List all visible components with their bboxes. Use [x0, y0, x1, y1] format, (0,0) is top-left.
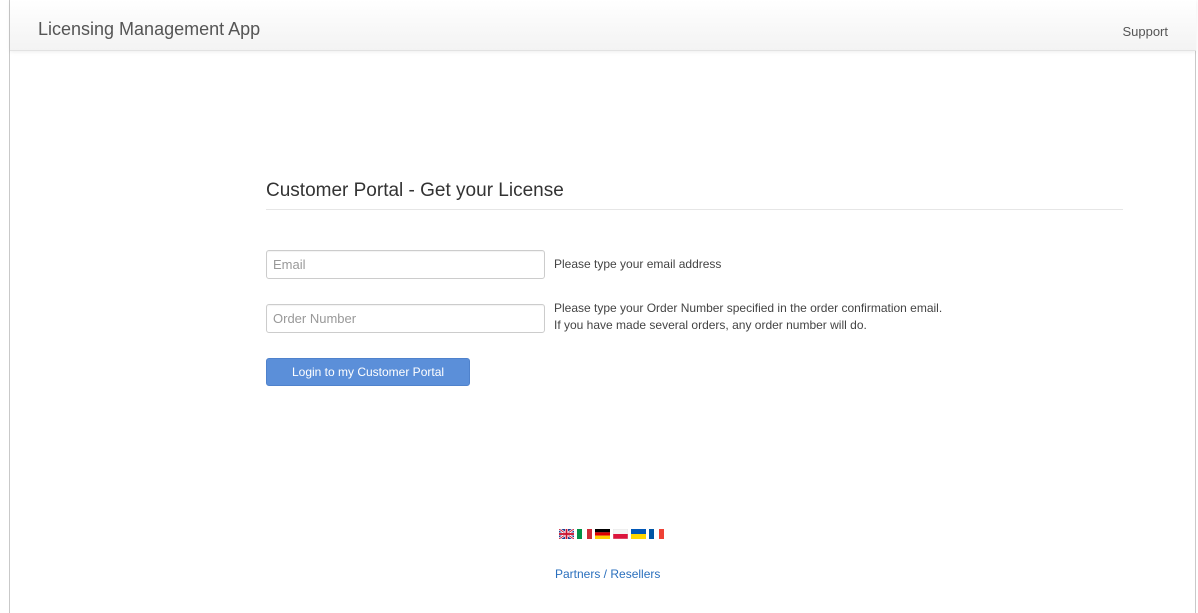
ukraine-flag-icon[interactable]	[631, 529, 646, 539]
germany-flag-icon[interactable]	[595, 529, 610, 539]
order-help-text: Please type your Order Number specified …	[554, 300, 942, 334]
login-button[interactable]: Login to my Customer Portal	[266, 358, 470, 386]
order-number-field[interactable]	[266, 304, 545, 333]
italy-flag-icon[interactable]	[577, 529, 592, 539]
support-link[interactable]: Support	[1122, 25, 1168, 38]
email-help-text: Please type your email address	[554, 257, 722, 271]
uk-flag-icon[interactable]	[559, 529, 574, 539]
navbar: Licensing Management App Support	[10, 0, 1196, 51]
page-title: Customer Portal - Get your License	[266, 180, 564, 201]
title-divider	[266, 209, 1123, 210]
order-help-line-2: If you have made several orders, any ord…	[554, 318, 867, 332]
language-flags	[559, 529, 664, 541]
order-help-line-1: Please type your Order Number specified …	[554, 301, 943, 315]
france-flag-icon[interactable]	[649, 529, 664, 539]
brand-link[interactable]: Licensing Management App	[38, 20, 260, 38]
partners-resellers-link[interactable]: Partners / Resellers	[555, 567, 660, 581]
email-field[interactable]	[266, 250, 545, 279]
poland-flag-icon[interactable]	[613, 529, 628, 539]
